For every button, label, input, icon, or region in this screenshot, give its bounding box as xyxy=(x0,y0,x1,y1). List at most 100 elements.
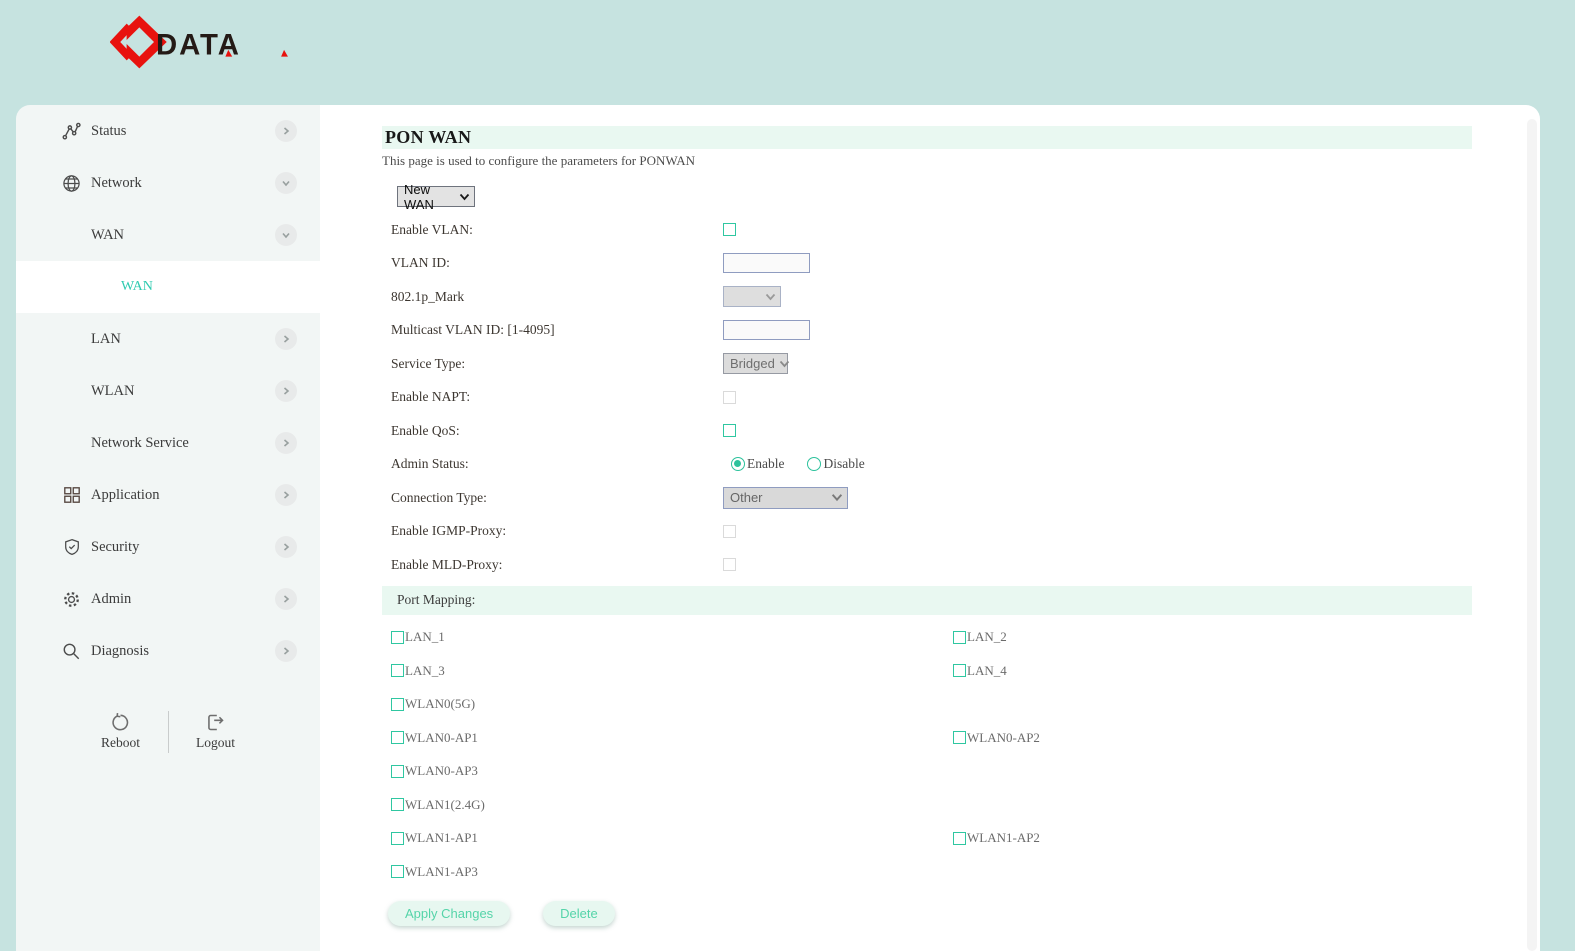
logout-button[interactable]: Logout xyxy=(183,711,249,751)
form-row-connection-type: Connection Type: Other xyxy=(391,481,1540,515)
chevron-right-icon[interactable] xyxy=(275,640,297,662)
port-checkbox-wlan1-ap2[interactable]: WLAN1-AP2 xyxy=(953,830,1040,846)
sidebar-item-diagnosis[interactable]: Diagnosis xyxy=(16,625,320,677)
checkbox[interactable] xyxy=(953,731,966,744)
globe-icon xyxy=(62,174,81,193)
sidebar-item-status[interactable]: Status xyxy=(16,105,320,157)
checkbox[interactable] xyxy=(391,865,404,878)
app-frame: Status Network WAN WAN xyxy=(16,105,1540,951)
8021p-mark-dropdown[interactable] xyxy=(723,286,781,307)
field-label: Service Type: xyxy=(391,356,723,372)
enable-vlan-checkbox[interactable] xyxy=(723,223,736,236)
sidebar-item-application[interactable]: Application xyxy=(16,469,320,521)
checkbox[interactable] xyxy=(391,798,404,811)
form-row-enable-napt: Enable NAPT: xyxy=(391,381,1540,415)
vlan-id-input[interactable] xyxy=(723,253,810,273)
chevron-down-icon xyxy=(779,360,790,368)
service-type-dropdown[interactable]: Bridged xyxy=(723,353,788,374)
chevron-right-icon[interactable] xyxy=(275,588,297,610)
checkbox[interactable] xyxy=(391,832,404,845)
form-row-admin-status: Admin Status: Enable Disable xyxy=(391,448,1540,482)
shield-check-icon xyxy=(62,538,81,557)
form-row-multicast-vlan-id: Multicast VLAN ID: [1-4095] xyxy=(391,314,1540,348)
port-checkbox-lan1[interactable]: LAN_1 xyxy=(391,629,445,645)
chevron-right-icon[interactable] xyxy=(275,536,297,558)
radio-disable-label: Disable xyxy=(823,456,864,472)
checkbox[interactable] xyxy=(953,832,966,845)
reboot-button[interactable]: Reboot xyxy=(88,711,154,751)
form-row-enable-mld-proxy: Enable MLD-Proxy: xyxy=(391,548,1540,582)
sidebar-item-security[interactable]: Security xyxy=(16,521,320,573)
sidebar-item-wan-group[interactable]: WAN xyxy=(16,209,320,261)
chevron-right-icon[interactable] xyxy=(275,484,297,506)
chevron-right-icon[interactable] xyxy=(275,380,297,402)
enable-mld-proxy-checkbox[interactable] xyxy=(723,558,736,571)
chevron-down-icon[interactable] xyxy=(275,172,297,194)
admin-status-disable-option[interactable]: Disable xyxy=(807,456,864,472)
checkbox[interactable] xyxy=(391,631,404,644)
port-checkbox-wlan1-24g[interactable]: WLAN1(2.4G) xyxy=(391,797,485,813)
chevron-right-icon[interactable] xyxy=(275,328,297,350)
connection-type-dropdown[interactable]: Other xyxy=(723,487,848,509)
checkbox[interactable] xyxy=(953,631,966,644)
chevron-right-icon[interactable] xyxy=(275,120,297,142)
magnifier-icon xyxy=(62,642,81,661)
status-graph-icon xyxy=(62,122,81,141)
radio-enable[interactable] xyxy=(731,457,745,471)
chevron-down-icon[interactable] xyxy=(275,224,297,246)
sidebar-item-label: WAN xyxy=(91,227,124,244)
admin-status-enable-option[interactable]: Enable xyxy=(731,456,784,472)
footer-divider xyxy=(168,711,169,753)
chevron-down-icon xyxy=(459,193,470,201)
port-checkbox-lan2[interactable]: LAN_2 xyxy=(953,629,1007,645)
enable-qos-checkbox[interactable] xyxy=(723,424,736,437)
port-checkbox-wlan0-ap3[interactable]: WLAN0-AP3 xyxy=(391,763,478,779)
field-label: Enable MLD-Proxy: xyxy=(391,557,723,573)
sidebar-item-wan[interactable]: WAN xyxy=(16,261,320,313)
sidebar-item-admin[interactable]: Admin xyxy=(16,573,320,625)
port-checkbox-wlan0-5g[interactable]: WLAN0(5G) xyxy=(391,696,475,712)
field-label: Multicast VLAN ID: [1-4095] xyxy=(391,322,723,338)
field-label: VLAN ID: xyxy=(391,255,723,271)
wan-selector-dropdown[interactable]: New WAN xyxy=(397,186,475,207)
connection-type-value: Other xyxy=(730,490,763,505)
sidebar-item-wlan[interactable]: WLAN xyxy=(16,365,320,417)
form-row-service-type: Service Type: Bridged xyxy=(391,347,1540,381)
checkbox[interactable] xyxy=(391,765,404,778)
sidebar-item-label: Network xyxy=(91,175,142,192)
main-content: PON WAN This page is used to configure t… xyxy=(320,105,1540,951)
port-mapping-grid: LAN_1 LAN_2 LAN_3 LAN_4 xyxy=(391,621,1540,889)
scrollbar-track[interactable] xyxy=(1527,119,1537,951)
sidebar-item-label: LAN xyxy=(91,331,121,348)
radio-disable[interactable] xyxy=(807,457,821,471)
port-checkbox-wlan0-ap2[interactable]: WLAN0-AP2 xyxy=(953,730,1040,746)
field-label: Admin Status: xyxy=(391,456,723,472)
sidebar-item-label: Security xyxy=(91,539,139,556)
port-checkbox-wlan0-ap1[interactable]: WLAN0-AP1 xyxy=(391,730,478,746)
multicast-vlan-id-input[interactable] xyxy=(723,320,810,340)
port-checkbox-wlan1-ap1[interactable]: WLAN1-AP1 xyxy=(391,830,478,846)
grid-icon xyxy=(62,486,81,505)
port-checkbox-lan4[interactable]: LAN_4 xyxy=(953,663,1007,679)
port-checkbox-wlan1-ap3[interactable]: WLAN1-AP3 xyxy=(391,864,478,880)
enable-napt-checkbox[interactable] xyxy=(723,391,736,404)
sidebar-item-network-service[interactable]: Network Service xyxy=(16,417,320,469)
port-checkbox-lan3[interactable]: LAN_3 xyxy=(391,663,445,679)
admin-status-radio-group: Enable Disable xyxy=(723,456,865,472)
delete-button[interactable]: Delete xyxy=(543,901,615,926)
sidebar: Status Network WAN WAN xyxy=(16,105,320,951)
apply-changes-button[interactable]: Apply Changes xyxy=(388,901,510,926)
chevron-right-icon[interactable] xyxy=(275,432,297,454)
sidebar-item-network[interactable]: Network xyxy=(16,157,320,209)
checkbox[interactable] xyxy=(391,731,404,744)
page-title: PON WAN xyxy=(385,127,471,148)
checkbox[interactable] xyxy=(391,664,404,677)
form-actions: Apply Changes Delete xyxy=(388,901,1540,926)
port-mapping-title: Port Mapping: xyxy=(397,592,475,608)
enable-igmp-proxy-checkbox[interactable] xyxy=(723,525,736,538)
checkbox[interactable] xyxy=(391,698,404,711)
checkbox[interactable] xyxy=(953,664,966,677)
radio-enable-label: Enable xyxy=(747,456,784,472)
sidebar-item-lan[interactable]: LAN xyxy=(16,313,320,365)
reboot-icon xyxy=(110,711,131,733)
